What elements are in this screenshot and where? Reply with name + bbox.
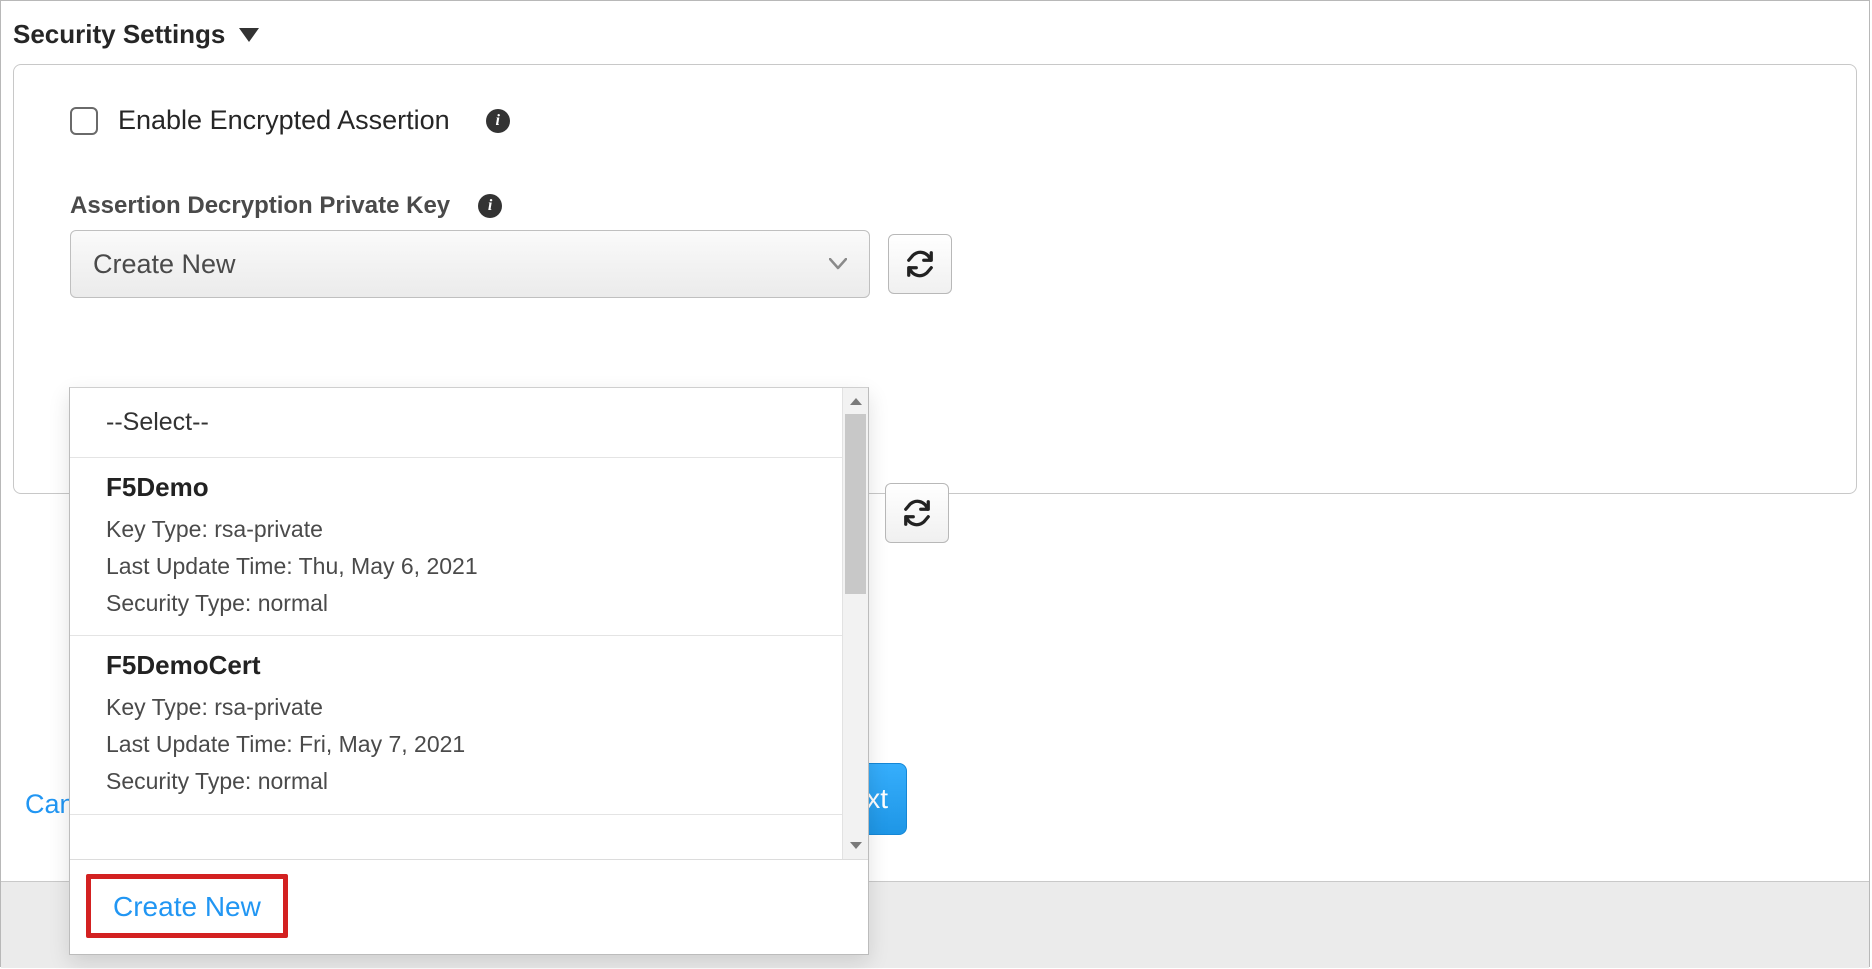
refresh-button[interactable] [888,234,952,294]
next-button-visible-text: xt [866,783,888,815]
assertion-key-select[interactable]: Create New [70,230,870,298]
refresh-button-secondary[interactable] [885,483,949,543]
dropdown-option-securitytype: Security Type: normal [106,585,832,622]
scroll-up-icon[interactable] [843,388,869,414]
section-header[interactable]: Security Settings [1,1,1869,60]
assertion-key-label: Assertion Decryption Private Key [70,192,450,220]
cancel-link[interactable]: Can [25,789,75,820]
dropdown-option-securitytype: Security Type: normal [106,763,832,800]
info-icon[interactable]: i [486,109,510,133]
dropdown-option-title: F5Demo [106,472,832,503]
dropdown-option-keytype: Key Type: rsa-private [106,511,832,548]
info-icon[interactable]: i [478,194,502,218]
assertion-key-select-row: Create New [70,230,1800,298]
dropdown-list: --Select-- F5Demo Key Type: rsa-private … [70,388,868,859]
dropdown-option-title: F5DemoCert [106,650,832,681]
scroll-down-icon[interactable] [843,833,869,859]
dropdown-option-lastupdate: Last Update Time: Thu, May 6, 2021 [106,548,832,585]
caret-down-icon [239,28,259,42]
assertion-key-label-row: Assertion Decryption Private Key i [70,192,1800,220]
dropdown-placeholder-text: --Select-- [106,408,209,436]
chevron-down-icon [829,253,847,276]
dropdown-scroll-area: --Select-- F5Demo Key Type: rsa-private … [70,388,868,859]
create-new-highlight-box: Create New [86,874,288,938]
assertion-key-dropdown: --Select-- F5Demo Key Type: rsa-private … [69,387,869,955]
dropdown-option-partial[interactable]: … [70,815,868,859]
dropdown-option-keytype: Key Type: rsa-private [106,689,832,726]
enable-encrypted-assertion-label: Enable Encrypted Assertion [118,105,450,136]
dropdown-scrollbar[interactable] [842,388,868,859]
dropdown-option-placeholder[interactable]: --Select-- [70,388,868,458]
scrollbar-thumb[interactable] [845,414,866,594]
assertion-key-selected-value: Create New [93,249,236,280]
dropdown-footer: Create New [70,859,868,954]
dropdown-option[interactable]: F5DemoCert Key Type: rsa-private Last Up… [70,636,868,814]
scrollbar-track[interactable] [843,414,868,833]
refresh-icon [902,498,932,528]
enable-encrypted-assertion-row: Enable Encrypted Assertion i [70,105,1800,136]
refresh-icon [905,249,935,279]
page-root: Security Settings Enable Encrypted Asser… [0,0,1870,967]
section-title: Security Settings [13,19,225,50]
create-new-link[interactable]: Create New [113,891,261,922]
dropdown-option-lastupdate: Last Update Time: Fri, May 7, 2021 [106,726,832,763]
dropdown-option[interactable]: F5Demo Key Type: rsa-private Last Update… [70,458,868,636]
enable-encrypted-assertion-checkbox[interactable] [70,107,98,135]
